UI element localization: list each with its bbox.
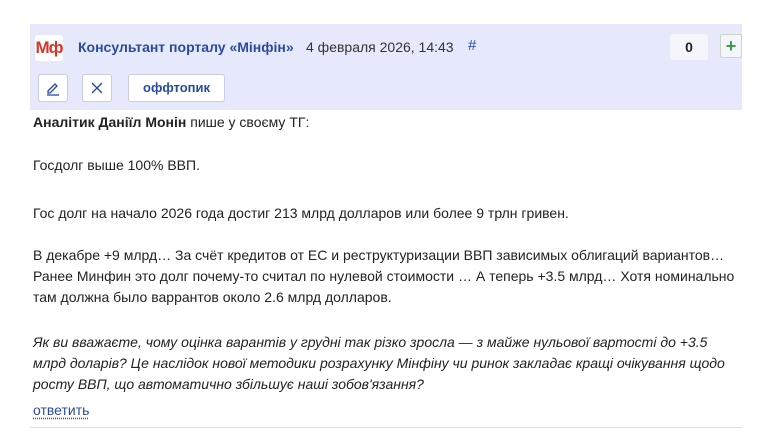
permalink-link[interactable]: # bbox=[468, 37, 476, 54]
analyst-name: Аналітик Даніїл Монін bbox=[33, 114, 187, 130]
vote-score: 0 bbox=[670, 34, 708, 60]
close-icon bbox=[91, 82, 103, 94]
comment-date: 4 февраля 2026, 14:43 bbox=[306, 39, 454, 55]
author-link[interactable]: Консультант порталу «Мінфін» bbox=[78, 39, 294, 55]
offtopic-button[interactable]: оффтопик bbox=[128, 74, 226, 102]
comment-paragraph: Гос долг на начало 2026 года достиг 213 … bbox=[33, 205, 569, 221]
comment-paragraph: В декабре +9 млрд… За счёт кредитов от Е… bbox=[33, 247, 735, 305]
intro-text: пише у своєму ТГ: bbox=[186, 114, 310, 130]
comment-header: Мф Консультант порталу «Мінфін» 4 феврал… bbox=[30, 24, 742, 110]
edit-button[interactable] bbox=[38, 74, 68, 102]
comment-paragraph: Госдолг выше 100% ВВП. bbox=[33, 157, 200, 173]
divider bbox=[30, 427, 742, 428]
comment-question: Як ви вважаєте, чому оцінка варантів у г… bbox=[33, 334, 725, 392]
delete-button[interactable] bbox=[82, 74, 112, 102]
reply-link[interactable]: ответить bbox=[33, 402, 89, 418]
upvote-button[interactable]: + bbox=[720, 34, 742, 58]
avatar[interactable]: Мф bbox=[35, 35, 64, 61]
comment-intro: Аналітик Даніїл Монін пише у своєму ТГ: bbox=[33, 112, 309, 133]
pencil-icon bbox=[47, 83, 59, 96]
